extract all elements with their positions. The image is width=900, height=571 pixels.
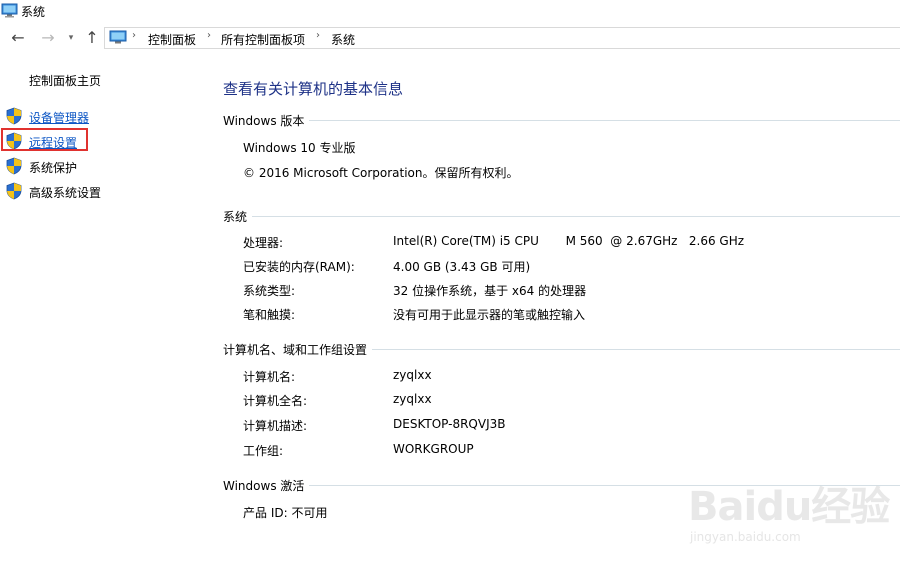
- breadcrumb-item-system[interactable]: 系统: [331, 31, 355, 48]
- uac-shield-icon: [6, 107, 22, 128]
- uac-shield-icon: [6, 182, 22, 203]
- window-title: 系统: [21, 5, 46, 19]
- back-arrow-icon[interactable]: ←: [8, 28, 28, 48]
- breadcrumb-item-control-panel[interactable]: 控制面板: [148, 31, 196, 48]
- sidebar-control-panel-home[interactable]: 控制面板主页: [29, 72, 101, 89]
- windows-edition-value: Windows 10 专业版: [243, 141, 356, 155]
- section-heading-windows-edition: Windows 版本: [223, 114, 305, 128]
- system-monitor-icon: [1, 3, 18, 21]
- system-type-label: 系统类型:: [243, 284, 296, 298]
- sidebar-item-label: 系统保护: [29, 161, 78, 175]
- baidu-watermark: Baidu经验 jingyan.baidu.com: [688, 474, 890, 554]
- control-panel-icon: [109, 30, 127, 48]
- sidebar-item-system-protection[interactable]: 系统保护: [6, 157, 156, 177]
- processor-value: Intel(R) Core(TM) i5 CPU M 560 @ 2.67GHz…: [393, 234, 745, 248]
- workgroup-label: 工作组:: [243, 444, 284, 458]
- full-computer-name-value: zyqlxx: [393, 392, 432, 406]
- copyright-text: © 2016 Microsoft Corporation。保留所有权利。: [243, 166, 519, 180]
- sidebar-item-label: 高级系统设置: [29, 186, 102, 200]
- breadcrumb-separator-icon: ›: [132, 30, 136, 41]
- breadcrumb-item-all-control-panel-items[interactable]: 所有控制面板项: [221, 31, 305, 48]
- highlight-annotation-box: [1, 128, 88, 151]
- sidebar-item-advanced-system-settings[interactable]: 高级系统设置: [6, 182, 156, 202]
- section-heading-computer-name: 计算机名、域和工作组设置: [223, 343, 368, 357]
- full-computer-name-label: 计算机全名:: [243, 394, 308, 408]
- section-heading-system: 系统: [223, 210, 248, 224]
- navigation-bar: ← → ▾ ↑ › 控制面板 › 所有控制面板项 › 系统: [0, 24, 900, 52]
- section-divider: [252, 216, 900, 217]
- processor-label: 处理器:: [243, 236, 284, 250]
- chevron-down-icon[interactable]: ▾: [64, 28, 78, 48]
- sidebar-item-device-manager[interactable]: 设备管理器: [6, 107, 156, 127]
- address-bar[interactable]: › 控制面板 › 所有控制面板项 › 系统: [104, 27, 900, 49]
- product-id-text: 产品 ID: 不可用: [243, 506, 328, 520]
- page-title: 查看有关计算机的基本信息: [223, 80, 404, 98]
- pen-touch-value: 没有可用于此显示器的笔或触控输入: [393, 308, 586, 322]
- section-divider: [309, 120, 900, 121]
- ram-value: 4.00 GB (3.43 GB 可用): [393, 260, 531, 274]
- title-bar: 系统: [0, 0, 900, 22]
- computer-name-label: 计算机名:: [243, 370, 296, 384]
- pen-touch-label: 笔和触摸:: [243, 308, 296, 322]
- uac-shield-icon: [6, 157, 22, 178]
- sidebar-item-label: 设备管理器: [29, 111, 90, 125]
- ram-label: 已安装的内存(RAM):: [243, 260, 355, 274]
- watermark-url: jingyan.baidu.com: [690, 530, 801, 544]
- system-type-value: 32 位操作系统，基于 x64 的处理器: [393, 284, 587, 298]
- up-arrow-icon[interactable]: ↑: [82, 28, 102, 48]
- workgroup-value: WORKGROUP: [393, 442, 474, 456]
- computer-description-label: 计算机描述:: [243, 419, 308, 433]
- section-divider: [372, 349, 900, 350]
- computer-name-value: zyqlxx: [393, 368, 432, 382]
- breadcrumb-separator-icon[interactable]: ›: [316, 30, 320, 41]
- computer-description-value: DESKTOP-8RQVJ3B: [393, 417, 506, 431]
- section-heading-windows-activation: Windows 激活: [223, 479, 305, 493]
- breadcrumb-separator-icon[interactable]: ›: [207, 30, 211, 41]
- watermark-text: Baidu经验: [688, 484, 890, 530]
- forward-arrow-icon[interactable]: →: [38, 28, 58, 48]
